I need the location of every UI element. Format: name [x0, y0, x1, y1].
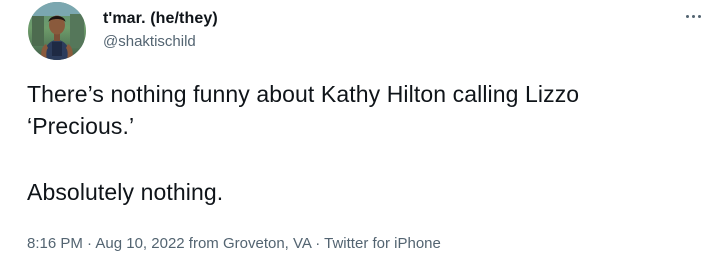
- meta-separator: ·: [82, 235, 96, 252]
- tweet-paragraph: Absolutely nothing.: [27, 179, 224, 205]
- meta-separator: ·: [311, 235, 325, 252]
- tweet-time[interactable]: 8:16 PM: [27, 235, 83, 252]
- more-options-button[interactable]: [680, 6, 706, 26]
- tweet-metadata: 8:16 PM · Aug 10, 2022 from Groveton, VA…: [27, 234, 441, 254]
- display-name[interactable]: t'mar. (he/they): [103, 9, 218, 28]
- tweet-card: t'mar. (he/they) @shaktischild There’s n…: [0, 0, 720, 264]
- user-handle[interactable]: @shaktischild: [103, 32, 218, 51]
- tweet-text: There’s nothing funny about Kathy Hilton…: [27, 78, 687, 208]
- user-info: t'mar. (he/they) @shaktischild: [103, 9, 218, 51]
- avatar-image: [28, 2, 86, 60]
- tweet-date-location[interactable]: Aug 10, 2022 from Groveton, VA: [95, 235, 311, 252]
- tweet-source[interactable]: Twitter for iPhone: [324, 235, 441, 252]
- tweet-paragraph: There’s nothing funny about Kathy Hilton…: [27, 81, 580, 139]
- avatar[interactable]: [28, 2, 86, 60]
- more-horizontal-icon: [685, 14, 701, 18]
